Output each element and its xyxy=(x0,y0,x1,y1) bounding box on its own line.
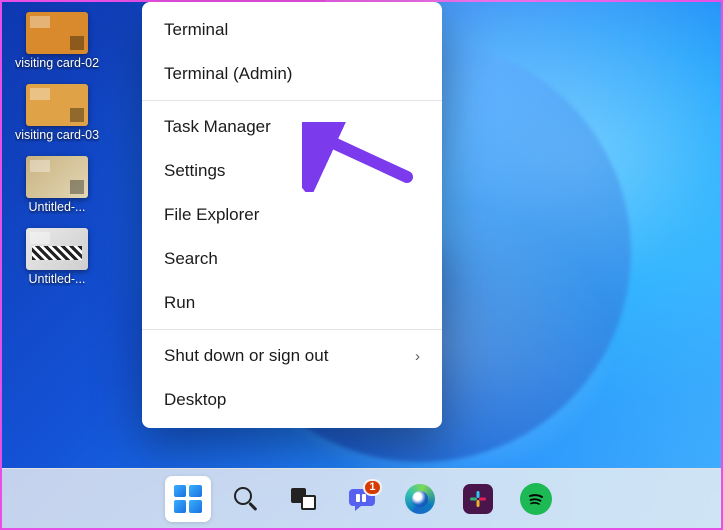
winx-context-menu: Terminal Terminal (Admin) Task Manager S… xyxy=(142,2,442,428)
menu-item-terminal[interactable]: Terminal xyxy=(142,8,442,52)
task-view-icon xyxy=(291,488,317,510)
menu-item-label: Terminal (Admin) xyxy=(164,64,292,84)
menu-item-search[interactable]: Search xyxy=(142,237,442,281)
menu-item-task-manager[interactable]: Task Manager xyxy=(142,105,442,149)
spotify-icon xyxy=(520,483,552,515)
start-icon xyxy=(174,485,202,513)
menu-item-label: Task Manager xyxy=(164,117,271,137)
search-icon xyxy=(233,486,259,512)
menu-item-file-explorer[interactable]: File Explorer xyxy=(142,193,442,237)
desktop-icon[interactable]: Untitled-... xyxy=(14,228,100,286)
desktop-icon-label: visiting card-02 xyxy=(15,56,99,70)
desktop-icon-label: Untitled-... xyxy=(29,272,86,286)
desktop-icon-label: Untitled-... xyxy=(29,200,86,214)
file-thumbnail-icon xyxy=(26,84,88,126)
menu-item-desktop[interactable]: Desktop xyxy=(142,378,442,422)
menu-item-terminal-admin[interactable]: Terminal (Admin) xyxy=(142,52,442,96)
desktop-icon[interactable]: visiting card-03 xyxy=(14,84,100,142)
taskbar-edge-button[interactable] xyxy=(397,476,443,522)
taskbar-spotify-button[interactable] xyxy=(513,476,559,522)
menu-item-label: File Explorer xyxy=(164,205,259,225)
taskbar-badge: 1 xyxy=(363,479,381,496)
menu-separator xyxy=(142,100,442,101)
taskbar-start-button[interactable] xyxy=(165,476,211,522)
desktop-icon-label: visiting card-03 xyxy=(15,128,99,142)
edge-icon xyxy=(405,484,435,514)
menu-separator xyxy=(142,329,442,330)
menu-item-label: Terminal xyxy=(164,20,228,40)
menu-item-run[interactable]: Run xyxy=(142,281,442,325)
slack-icon xyxy=(463,484,493,514)
taskbar-chat-button[interactable]: 1 xyxy=(339,476,385,522)
menu-item-label: Desktop xyxy=(164,390,226,410)
menu-item-label: Search xyxy=(164,249,218,269)
desktop-icon[interactable]: visiting card-02 xyxy=(14,12,100,70)
file-thumbnail-icon xyxy=(26,156,88,198)
file-thumbnail-icon xyxy=(26,12,88,54)
taskbar-slack-button[interactable] xyxy=(455,476,501,522)
menu-item-label: Run xyxy=(164,293,195,313)
menu-item-shutdown-signout[interactable]: Shut down or sign out › xyxy=(142,334,442,378)
file-thumbnail-icon xyxy=(26,228,88,270)
taskbar-task-view-button[interactable] xyxy=(281,476,327,522)
screenshot-root: visiting card-02 visiting card-03 Untitl… xyxy=(0,0,723,530)
menu-item-label: Settings xyxy=(164,161,225,181)
menu-item-settings[interactable]: Settings xyxy=(142,149,442,193)
taskbar: 1 xyxy=(2,468,721,528)
desktop-icons-column: visiting card-02 visiting card-03 Untitl… xyxy=(14,12,104,286)
taskbar-search-button[interactable] xyxy=(223,476,269,522)
desktop-icon[interactable]: Untitled-... xyxy=(14,156,100,214)
chevron-right-icon: › xyxy=(415,348,420,365)
menu-item-label: Shut down or sign out xyxy=(164,346,328,366)
